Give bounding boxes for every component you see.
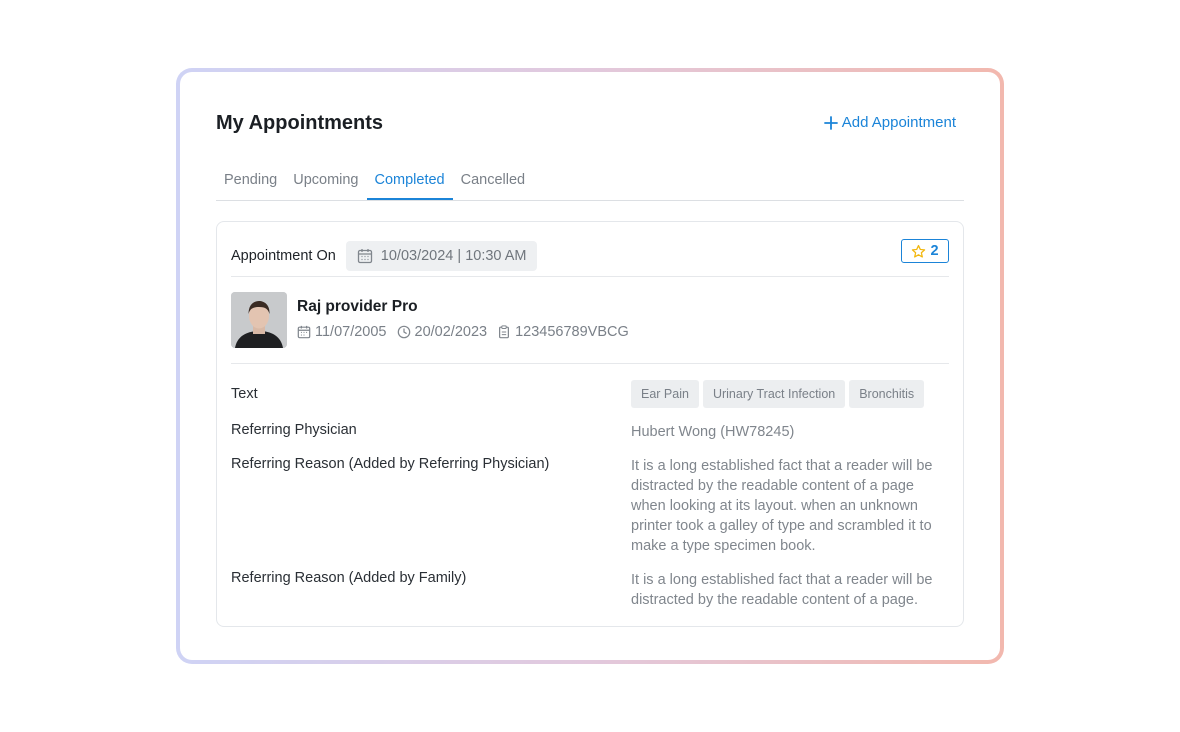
appointment-on-label: Appointment On [231, 248, 336, 264]
condition-tags: Ear Pain Urinary Tract Infection Bronchi… [631, 380, 949, 408]
star-icon [912, 244, 926, 258]
detail-label-physician: Referring Physician [231, 422, 357, 438]
condition-tag: Ear Pain [631, 380, 699, 408]
detail-value-reason-physician: It is a long established fact that a rea… [631, 458, 933, 554]
calendar-icon [297, 325, 311, 339]
clock-icon [397, 325, 410, 339]
tab-upcoming[interactable]: Upcoming [285, 168, 366, 199]
provider-dob: 11/07/2005 [297, 324, 387, 340]
appointment-card: Appointment On 10/03/2024 | 10:30 AM 2 R… [216, 221, 964, 627]
clipboard-icon [499, 325, 510, 339]
divider [231, 276, 949, 277]
rating-badge[interactable]: 2 [901, 239, 949, 263]
calendar-icon [357, 249, 372, 264]
detail-row-reason-physician: Referring Reason (Added by Referring Phy… [231, 456, 949, 556]
provider-dob-value: 11/07/2005 [315, 324, 387, 340]
appointment-header: Appointment On 10/03/2024 | 10:30 AM 2 [231, 236, 949, 276]
detail-label-text: Text [231, 386, 258, 402]
provider-summary: Raj provider Pro 11/07/2005 20/02/2023 1… [231, 292, 639, 348]
condition-tag: Urinary Tract Infection [702, 380, 846, 408]
detail-value-physician: Hubert Wong (HW78245) [631, 424, 795, 440]
rating-count: 2 [930, 243, 939, 259]
divider [231, 363, 949, 364]
status-tabs: Pending Upcoming Completed Cancelled [216, 168, 964, 201]
page-title: My Appointments [216, 112, 384, 134]
provider-id-value: 123456789VBCG [515, 324, 629, 340]
condition-tag: Bronchitis [849, 380, 925, 408]
detail-row-reason-family: Referring Reason (Added by Family) It is… [231, 570, 949, 610]
provider-id: 123456789VBCG [497, 324, 629, 340]
appointment-datetime-chip: 10/03/2024 | 10:30 AM [345, 241, 538, 271]
tab-completed[interactable]: Completed [366, 168, 453, 200]
detail-value-reason-family: It is a long established fact that a rea… [631, 572, 933, 608]
detail-label-reason-family: Referring Reason (Added by Family) [231, 570, 467, 586]
add-appointment-label: Add Appointment [841, 114, 956, 131]
avatar [231, 292, 287, 348]
provider-meta: 11/07/2005 20/02/2023 123456789VBCG [297, 324, 639, 340]
appointment-datetime: 10/03/2024 | 10:30 AM [380, 248, 527, 264]
provider-info: Raj provider Pro 11/07/2005 20/02/2023 1… [297, 292, 639, 348]
plus-icon [823, 115, 838, 130]
detail-label-reason-physician: Referring Reason (Added by Referring Phy… [231, 456, 550, 472]
provider-last-visit: 20/02/2023 [397, 324, 488, 340]
appointments-panel-frame: My Appointments Add Appointment Pending … [176, 68, 1004, 664]
detail-row-physician: Referring Physician Hubert Wong (HW78245… [231, 422, 949, 442]
provider-name: Raj provider Pro [297, 298, 418, 315]
tab-pending[interactable]: Pending [216, 168, 285, 199]
detail-row-text: Text Ear Pain Urinary Tract Infection Br… [231, 380, 949, 408]
add-appointment-button[interactable]: Add Appointment [823, 114, 956, 131]
tab-cancelled[interactable]: Cancelled [453, 168, 534, 199]
appointments-panel: My Appointments Add Appointment Pending … [180, 72, 1000, 660]
provider-last-visit-value: 20/02/2023 [414, 324, 488, 340]
